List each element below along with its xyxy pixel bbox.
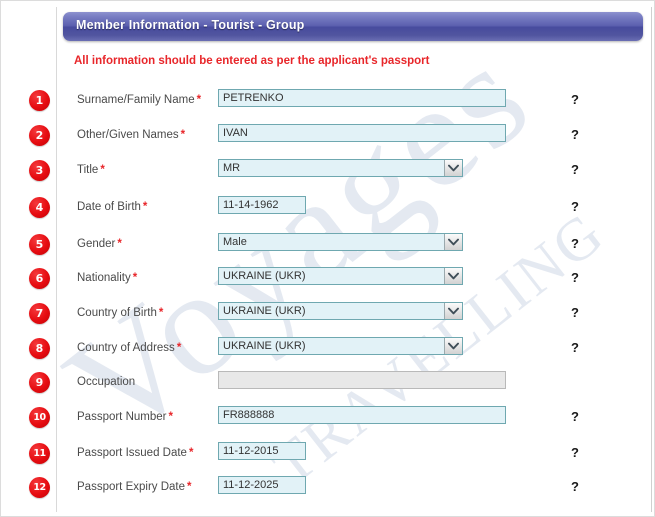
form-row-gender: 5 Gender*?: [1, 228, 655, 262]
help-icon-passport-number[interactable]: ?: [571, 409, 579, 424]
field-label-text: Passport Number: [77, 411, 166, 423]
field-label-passport-expiry-date: Passport Expiry Date*: [77, 481, 192, 493]
select-nationality[interactable]: [218, 267, 463, 285]
field-label-country-of-birth: Country of Birth*: [77, 307, 163, 319]
field-label-text: Passport Issued Date: [77, 447, 187, 459]
input-surname-family-name[interactable]: [218, 89, 506, 107]
step-badge-4: 4: [29, 197, 50, 218]
help-icon-surname-family-name[interactable]: ?: [571, 92, 579, 107]
step-badge-9: 9: [29, 372, 50, 393]
form-row-other-given-names: 2 Other/Given Names*?: [1, 119, 655, 153]
select-wrapper-title[interactable]: [218, 159, 463, 177]
member-information-page: Voyages TRAVELLING Member Information - …: [0, 0, 655, 517]
select-country-of-birth[interactable]: [218, 302, 463, 320]
form-row-country-of-address: 8 Country of Address*?: [1, 332, 655, 366]
input-passport-number[interactable]: [218, 406, 506, 424]
panel-header-bar: Member Information - Tourist - Group: [63, 12, 643, 41]
field-label-passport-issued-date: Passport Issued Date*: [77, 447, 193, 459]
required-asterisk: *: [177, 342, 181, 354]
chevron-down-icon[interactable]: [444, 160, 462, 176]
step-badge-8: 8: [29, 338, 50, 359]
help-icon-passport-issued-date[interactable]: ?: [571, 445, 579, 460]
required-asterisk: *: [117, 238, 121, 250]
select-wrapper-country-of-birth[interactable]: [218, 302, 463, 320]
field-label-country-of-address: Country of Address*: [77, 342, 181, 354]
step-badge-2: 2: [29, 125, 50, 146]
input-passport-expiry-date[interactable]: [218, 476, 306, 494]
step-badge-12: 12: [29, 477, 50, 498]
step-badge-7: 7: [29, 303, 50, 324]
form-row-passport-number: 10 Passport Number*?: [1, 401, 655, 435]
field-label-text: Other/Given Names: [77, 129, 179, 141]
input-date-of-birth[interactable]: [218, 196, 306, 214]
field-label-text: Passport Expiry Date: [77, 481, 185, 493]
form-row-occupation: 9 Occupation: [1, 366, 655, 400]
field-label-text: Country of Birth: [77, 307, 157, 319]
form-row-nationality: 6 Nationality*?: [1, 262, 655, 296]
input-passport-issued-date[interactable]: [218, 442, 306, 460]
select-country-of-address[interactable]: [218, 337, 463, 355]
help-icon-passport-expiry-date[interactable]: ?: [571, 479, 579, 494]
step-badge-5: 5: [29, 234, 50, 255]
input-occupation: [218, 371, 506, 389]
page-title: Member Information - Tourist - Group: [76, 18, 305, 32]
required-asterisk: *: [197, 94, 201, 106]
required-asterisk: *: [168, 411, 172, 423]
form-row-surname-family-name: 1 Surname/Family Name*?: [1, 84, 655, 118]
required-asterisk: *: [189, 447, 193, 459]
required-asterisk: *: [159, 307, 163, 319]
select-wrapper-country-of-address[interactable]: [218, 337, 463, 355]
form-row-date-of-birth: 4 Date of Birth*?: [1, 191, 655, 225]
passport-notice-text: All information should be entered as per…: [74, 55, 429, 67]
select-wrapper-nationality[interactable]: [218, 267, 463, 285]
field-label-surname-family-name: Surname/Family Name*: [77, 94, 201, 106]
form-row-title: 3 Title*?: [1, 154, 655, 188]
field-label-text: Occupation: [77, 376, 135, 388]
field-label-text: Title: [77, 164, 98, 176]
chevron-down-icon[interactable]: [444, 268, 462, 284]
chevron-down-icon[interactable]: [444, 234, 462, 250]
select-gender[interactable]: [218, 233, 463, 251]
field-label-text: Nationality: [77, 272, 131, 284]
form-row-passport-issued-date: 11 Passport Issued Date*?: [1, 437, 655, 471]
field-label-text: Gender: [77, 238, 115, 250]
field-label-nationality: Nationality*: [77, 272, 137, 284]
required-asterisk: *: [133, 272, 137, 284]
select-wrapper-gender[interactable]: [218, 233, 463, 251]
help-icon-other-given-names[interactable]: ?: [571, 127, 579, 142]
help-icon-country-of-birth[interactable]: ?: [571, 305, 579, 320]
help-icon-country-of-address[interactable]: ?: [571, 340, 579, 355]
form-row-country-of-birth: 7 Country of Birth*?: [1, 297, 655, 331]
step-badge-1: 1: [29, 90, 50, 111]
field-label-passport-number: Passport Number*: [77, 411, 173, 423]
step-badge-6: 6: [29, 268, 50, 289]
field-label-gender: Gender*: [77, 238, 122, 250]
field-label-title: Title*: [77, 164, 105, 176]
field-label-text: Country of Address: [77, 342, 175, 354]
field-label-text: Surname/Family Name: [77, 94, 195, 106]
input-other-given-names[interactable]: [218, 124, 506, 142]
required-asterisk: *: [100, 164, 104, 176]
chevron-down-icon[interactable]: [444, 338, 462, 354]
step-badge-11: 11: [29, 443, 50, 464]
help-icon-date-of-birth[interactable]: ?: [571, 199, 579, 214]
required-asterisk: *: [187, 481, 191, 493]
field-label-occupation: Occupation: [77, 376, 135, 388]
step-badge-10: 10: [29, 407, 50, 428]
field-label-date-of-birth: Date of Birth*: [77, 201, 147, 213]
select-title[interactable]: [218, 159, 463, 177]
required-asterisk: *: [143, 201, 147, 213]
help-icon-title[interactable]: ?: [571, 162, 579, 177]
form-row-passport-expiry-date: 12 Passport Expiry Date*?: [1, 471, 655, 505]
help-icon-nationality[interactable]: ?: [571, 270, 579, 285]
chevron-down-icon[interactable]: [444, 303, 462, 319]
required-asterisk: *: [181, 129, 185, 141]
step-badge-3: 3: [29, 160, 50, 181]
field-label-text: Date of Birth: [77, 201, 141, 213]
field-label-other-given-names: Other/Given Names*: [77, 129, 185, 141]
help-icon-gender[interactable]: ?: [571, 236, 579, 251]
